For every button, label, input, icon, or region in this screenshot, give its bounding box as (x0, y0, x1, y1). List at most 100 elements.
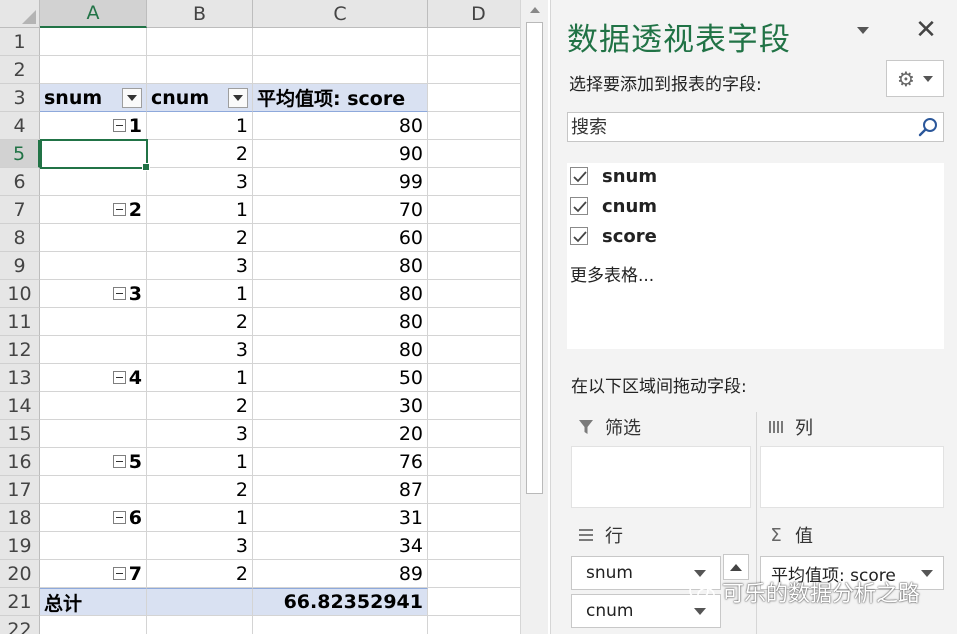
cell[interactable] (428, 28, 520, 56)
cell[interactable] (428, 280, 520, 308)
cnum-cell[interactable]: 1 (147, 448, 253, 476)
cell[interactable] (428, 448, 520, 476)
score-cell[interactable]: 80 (253, 308, 428, 336)
grand-total-label[interactable]: 总计 (40, 588, 147, 616)
search-input[interactable] (568, 113, 908, 141)
pivot-row-label[interactable] (40, 252, 147, 280)
checkbox-cnum[interactable] (570, 197, 588, 215)
pivot-row-label[interactable]: 7 (40, 560, 147, 588)
row-header-9[interactable]: 9 (0, 252, 40, 280)
score-cell[interactable]: 30 (253, 392, 428, 420)
collapse-icon[interactable] (112, 287, 126, 300)
row-header-21[interactable]: 21 (0, 588, 40, 616)
pane-options-chevron-icon[interactable] (857, 27, 869, 34)
row-header-1[interactable]: 1 (0, 28, 40, 56)
cell[interactable] (428, 252, 520, 280)
collapse-icon[interactable] (112, 511, 126, 524)
cell[interactable] (428, 392, 520, 420)
pivot-header-snum[interactable]: snum (40, 84, 147, 112)
cell[interactable] (253, 56, 428, 84)
cell[interactable] (147, 28, 253, 56)
cell[interactable] (428, 560, 520, 588)
cell[interactable] (428, 140, 520, 168)
scrollbar-thumb[interactable] (526, 22, 543, 494)
pivot-row-label[interactable]: 6 (40, 504, 147, 532)
filter-drop-zone[interactable] (571, 446, 751, 508)
row-header-13[interactable]: 13 (0, 364, 40, 392)
score-cell[interactable]: 99 (253, 168, 428, 196)
row-header-4[interactable]: 4 (0, 112, 40, 140)
cnum-cell[interactable]: 2 (147, 140, 253, 168)
pivot-header-value[interactable]: 平均值项: score (253, 84, 428, 112)
pivot-row-label[interactable] (40, 168, 147, 196)
pivot-row-label[interactable] (40, 392, 147, 420)
close-icon[interactable]: ✕ (913, 14, 939, 46)
field-item-snum[interactable]: snum (570, 163, 657, 189)
pivot-row-label[interactable] (40, 140, 147, 168)
cell[interactable] (253, 28, 428, 56)
row-header-6[interactable]: 6 (0, 168, 40, 196)
cnum-cell[interactable]: 1 (147, 196, 253, 224)
row-header-17[interactable]: 17 (0, 476, 40, 504)
score-cell[interactable]: 60 (253, 224, 428, 252)
cell[interactable] (428, 196, 520, 224)
filter-dropdown-icon[interactable] (122, 87, 142, 108)
cell[interactable] (147, 56, 253, 84)
search-icon[interactable] (917, 116, 939, 138)
pivot-row-label[interactable] (40, 532, 147, 560)
pivot-row-label[interactable]: 2 (40, 196, 147, 224)
score-cell[interactable]: 50 (253, 364, 428, 392)
grand-total-blank[interactable] (147, 588, 253, 616)
cell[interactable] (428, 224, 520, 252)
cnum-cell[interactable]: 3 (147, 252, 253, 280)
score-cell[interactable]: 34 (253, 532, 428, 560)
score-cell[interactable]: 90 (253, 140, 428, 168)
checkbox-snum[interactable] (570, 167, 588, 185)
row-header-5[interactable]: 5 (0, 140, 40, 168)
column-header-c[interactable]: C (253, 0, 428, 28)
cnum-cell[interactable]: 2 (147, 560, 253, 588)
score-cell[interactable]: 87 (253, 476, 428, 504)
collapse-icon[interactable] (112, 371, 126, 384)
row-header-22[interactable]: 22 (0, 616, 40, 634)
cnum-cell[interactable]: 1 (147, 112, 253, 140)
columns-drop-zone[interactable] (760, 446, 944, 508)
cell[interactable] (428, 504, 520, 532)
cnum-cell[interactable]: 3 (147, 532, 253, 560)
cell[interactable] (40, 616, 147, 634)
pivot-row-label[interactable]: 1 (40, 112, 147, 140)
collapse-icon[interactable] (112, 455, 126, 468)
collapse-icon[interactable] (112, 567, 126, 580)
cnum-cell[interactable]: 2 (147, 476, 253, 504)
row-header-16[interactable]: 16 (0, 448, 40, 476)
field-item-score[interactable]: score (570, 223, 657, 249)
column-header-a[interactable]: A (40, 0, 147, 28)
cnum-cell[interactable]: 3 (147, 168, 253, 196)
cell[interactable] (428, 308, 520, 336)
score-cell[interactable]: 80 (253, 112, 428, 140)
pivot-row-label[interactable] (40, 224, 147, 252)
cell[interactable] (428, 112, 520, 140)
cell[interactable] (428, 532, 520, 560)
pivot-row-label[interactable] (40, 476, 147, 504)
row-header-7[interactable]: 7 (0, 196, 40, 224)
grand-total-value[interactable]: 66.82352941 (253, 588, 428, 616)
row-header-10[interactable]: 10 (0, 280, 40, 308)
scroll-up-arrow-icon[interactable] (521, 0, 549, 20)
score-cell[interactable]: 80 (253, 280, 428, 308)
score-cell[interactable]: 80 (253, 336, 428, 364)
chevron-down-icon[interactable] (694, 607, 706, 615)
pivot-row-label[interactable] (40, 336, 147, 364)
field-item-cnum[interactable]: cnum (570, 193, 657, 219)
row-header-14[interactable]: 14 (0, 392, 40, 420)
score-cell[interactable]: 20 (253, 420, 428, 448)
cnum-cell[interactable]: 2 (147, 308, 253, 336)
vertical-scrollbar[interactable] (520, 0, 548, 634)
cell[interactable] (428, 616, 520, 634)
row-header-3[interactable]: 3 (0, 84, 40, 112)
collapse-icon[interactable] (112, 203, 126, 216)
cell[interactable] (428, 336, 520, 364)
pivot-row-label[interactable]: 4 (40, 364, 147, 392)
cell[interactable] (428, 588, 520, 616)
row-header-19[interactable]: 19 (0, 532, 40, 560)
